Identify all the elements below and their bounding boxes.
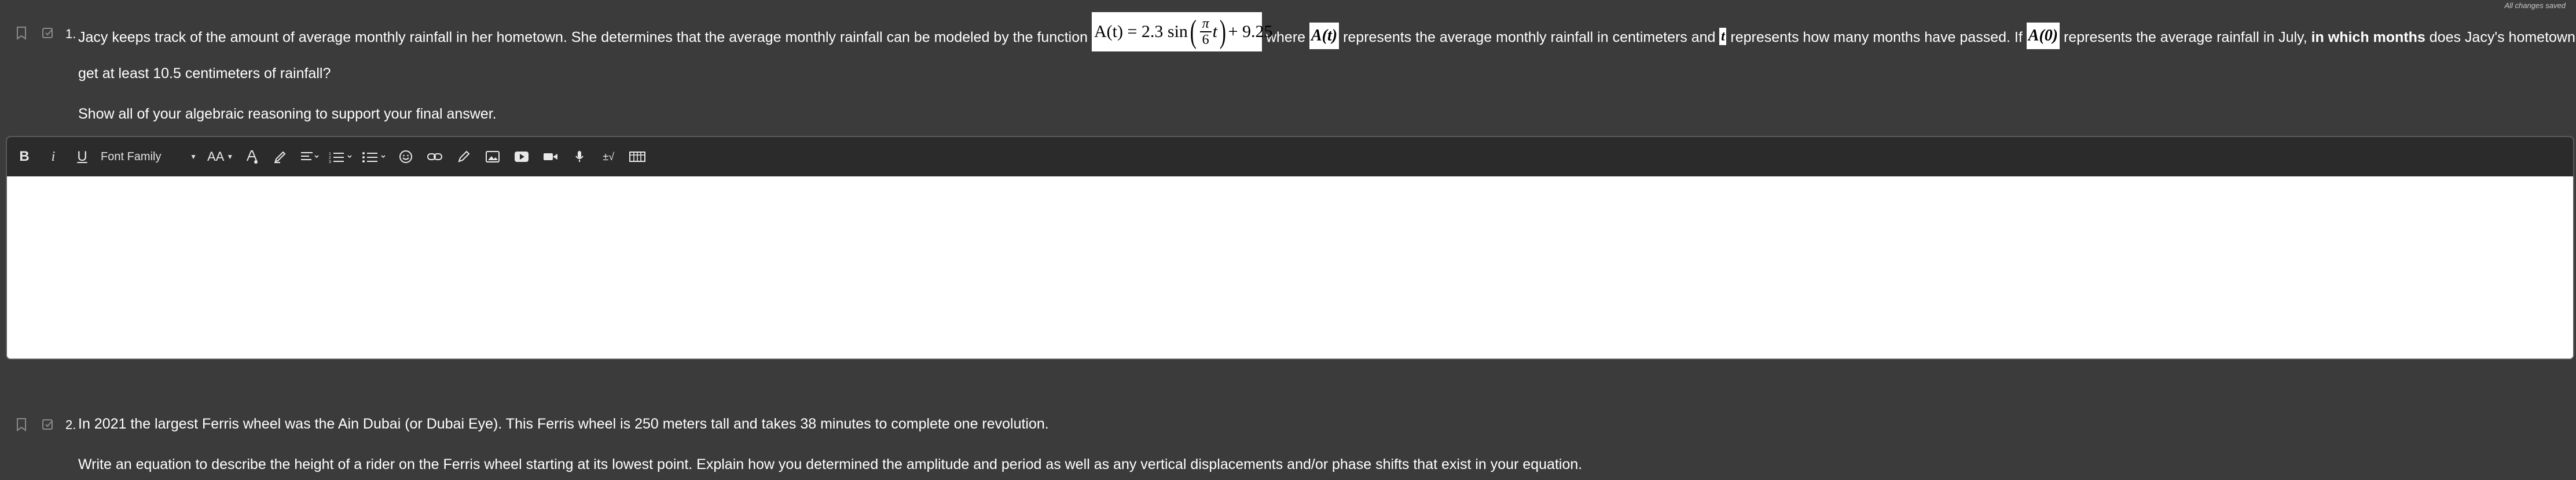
question-number: 2. bbox=[65, 418, 76, 432]
image-icon[interactable] bbox=[482, 146, 503, 167]
question-text: does Jacy's hometown bbox=[2429, 29, 2575, 46]
emoji-icon[interactable] bbox=[395, 146, 416, 167]
text-color-icon[interactable] bbox=[241, 146, 262, 167]
question-number: 1. bbox=[65, 27, 76, 41]
paren-left: ( bbox=[1190, 14, 1197, 50]
rainfall-formula-image: A(t) = 2.3 sin ( π 6 t ) + 9.25 bbox=[1092, 12, 1273, 51]
align-icon[interactable] bbox=[299, 146, 320, 167]
formula-numerator: π bbox=[1199, 16, 1212, 32]
svg-text:2: 2 bbox=[329, 156, 331, 160]
link-icon[interactable] bbox=[424, 146, 445, 167]
math-A0: A(0) bbox=[2026, 23, 2060, 49]
ordered-list-icon[interactable]: 123 bbox=[328, 146, 354, 167]
question-2-line-2: Write an equation to describe the height… bbox=[78, 456, 1583, 472]
question-text: represents the average rainfall in July, bbox=[2064, 29, 2307, 46]
formula-variable: t bbox=[1212, 22, 1217, 41]
svg-text:1: 1 bbox=[329, 152, 331, 156]
editor-toolbar: B i U Font Family ▼ AA ▼ 123 ±√ bbox=[7, 137, 2573, 176]
math-At: A(t) bbox=[1309, 23, 1340, 49]
question-1-line-3: Show all of your algebraic reasoning to … bbox=[78, 106, 497, 122]
formula-fraction: π 6 bbox=[1199, 16, 1212, 47]
underline-button[interactable]: U bbox=[72, 146, 93, 167]
bookmark-icon[interactable] bbox=[16, 26, 27, 40]
font-family-select[interactable]: Font Family ▼ bbox=[101, 146, 199, 167]
math-t: t bbox=[1719, 28, 1727, 45]
paren-right: ) bbox=[1219, 14, 1226, 50]
editor-text-area[interactable] bbox=[7, 176, 2573, 359]
bookmark-icon[interactable] bbox=[16, 418, 27, 431]
font-family-label: Font Family bbox=[101, 150, 162, 163]
chevron-down-icon: ▼ bbox=[190, 153, 197, 161]
math-equation-button[interactable]: ±√ bbox=[598, 146, 619, 167]
question-1-line-2: get at least 10.5 centimeters of rainfal… bbox=[78, 65, 331, 82]
highlight-icon[interactable] bbox=[270, 146, 291, 167]
flag-icon[interactable] bbox=[41, 418, 55, 431]
formula-rhs: + 9.25 bbox=[1228, 22, 1273, 41]
question-text: represents how many months have passed. … bbox=[1730, 29, 2023, 46]
question-text: represents the average monthly rainfall … bbox=[1343, 29, 1716, 46]
answer-editor: B i U Font Family ▼ AA ▼ 123 ±√ bbox=[6, 136, 2574, 360]
formula-denominator: 6 bbox=[1202, 32, 1209, 47]
italic-button[interactable]: i bbox=[43, 146, 64, 167]
question-2-line-1: In 2021 the largest Ferris wheel was the… bbox=[78, 416, 1049, 432]
unordered-list-icon[interactable] bbox=[362, 146, 387, 167]
microphone-icon[interactable] bbox=[569, 146, 590, 167]
table-icon[interactable] bbox=[627, 146, 648, 167]
pencil-icon[interactable] bbox=[453, 146, 474, 167]
bold-button[interactable]: B bbox=[14, 146, 35, 167]
save-status: All changes saved bbox=[2504, 1, 2566, 10]
svg-text:3: 3 bbox=[329, 160, 331, 163]
question-text: Jacy keeps track of the amount of averag… bbox=[78, 29, 1088, 46]
font-size-label: AA bbox=[207, 149, 225, 164]
question-2-controls bbox=[16, 418, 55, 431]
question-1-line-1: Jacy keeps track of the amount of averag… bbox=[78, 12, 2575, 51]
formula-lhs: A(t) = 2.3 sin bbox=[1094, 22, 1188, 41]
flag-icon[interactable] bbox=[41, 26, 55, 40]
video-record-icon[interactable] bbox=[540, 146, 561, 167]
question-1-controls bbox=[16, 26, 55, 40]
font-size-select[interactable]: AA ▼ bbox=[207, 146, 233, 167]
chevron-down-icon: ▼ bbox=[226, 153, 234, 161]
question-text-bold: in which months bbox=[2311, 29, 2425, 46]
video-embed-icon[interactable] bbox=[511, 146, 532, 167]
